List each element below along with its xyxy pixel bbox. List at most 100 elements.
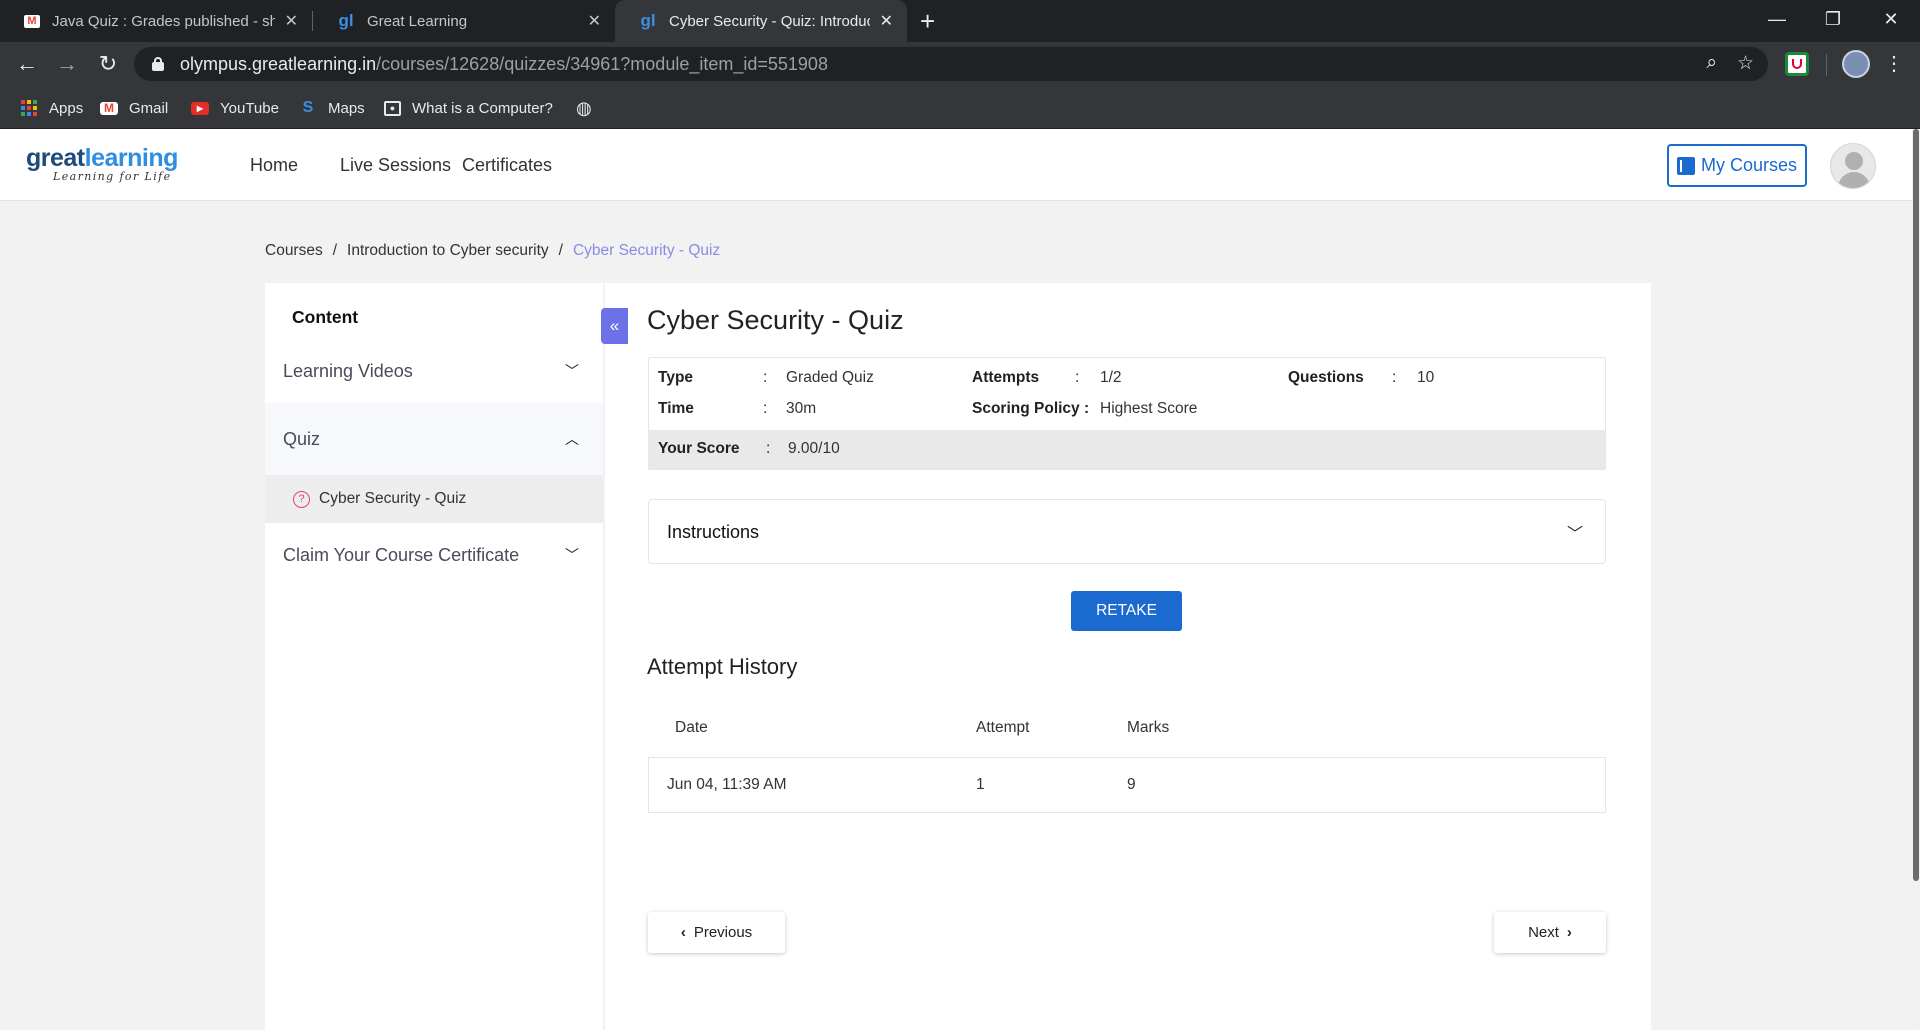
content-sidebar: Content Learning Videos ﹀ Quiz ︿ ? Cyber…	[265, 283, 603, 1030]
forward-button[interactable]: →	[52, 50, 82, 78]
nav-certificates[interactable]: Certificates	[462, 155, 552, 176]
close-tab-icon[interactable]: ✕	[285, 11, 298, 31]
bookmarks-bar: Apps M Gmail ▶ YouTube S Maps ● What is …	[0, 87, 1920, 129]
scoring-policy-label: Scoring Policy :	[972, 400, 1090, 417]
table-row: Jun 04, 11:39 AM 1 9	[648, 757, 1606, 813]
attempts-value: 1/2	[1100, 369, 1122, 386]
page-title: Cyber Security - Quiz	[647, 305, 904, 335]
column-header-date: Date	[675, 719, 708, 736]
retake-button[interactable]: RETAKE	[1071, 591, 1182, 631]
page-icon: ●	[384, 100, 401, 116]
reload-button[interactable]: ↻	[93, 50, 123, 78]
page: greatlearning Learning for Life Home Liv…	[0, 129, 1920, 1030]
chevron-down-icon: ﹀	[565, 363, 579, 379]
tab-gmail[interactable]: M Java Quiz : Grades published - sh ✕	[0, 0, 312, 42]
address-bar[interactable]: olympus.greatlearning.in/courses/12628/q…	[134, 47, 1768, 81]
quiz-info-box: Type : Graded Quiz Time : 30m Attempts :…	[648, 357, 1606, 470]
chevron-down-icon: ﹀	[1566, 526, 1583, 543]
time-value: 30m	[786, 400, 817, 417]
chevron-up-icon: ︿	[565, 431, 579, 447]
colon: :	[763, 369, 768, 386]
double-chevron-left-icon: «	[609, 316, 620, 335]
gmail-icon: M	[24, 14, 40, 28]
sidebar-title: Content	[292, 307, 359, 327]
bookmark-star-icon[interactable]: ☆	[1737, 52, 1754, 75]
breadcrumb-courses[interactable]: Courses	[265, 242, 323, 260]
sidebar-subitem-cyber-security-quiz[interactable]: ? Cyber Security - Quiz	[265, 475, 603, 523]
quiz-icon: ?	[293, 490, 310, 508]
chevron-down-icon: ﹀	[565, 547, 579, 563]
questions-value: 10	[1417, 369, 1435, 386]
maps-icon: S	[302, 99, 314, 116]
toolbar-divider	[1826, 54, 1827, 76]
new-tab-button[interactable]: +	[920, 6, 935, 36]
instructions-label: Instructions	[667, 522, 760, 542]
nav-live-sessions[interactable]: Live Sessions	[340, 155, 451, 176]
colon: :	[1392, 369, 1397, 386]
apps-grid-icon	[20, 99, 38, 117]
book-icon	[1676, 156, 1695, 175]
attempt-number: 1	[976, 776, 985, 793]
scoring-policy-value: Highest Score	[1100, 400, 1198, 417]
gmail-icon: M	[100, 101, 118, 115]
attempt-date: Jun 04, 11:39 AM	[667, 776, 787, 793]
collapse-sidebar-button[interactable]: «	[601, 308, 628, 344]
your-score-value: 9.00/10	[788, 440, 840, 457]
bookmark-gmail[interactable]: M Gmail	[100, 87, 168, 129]
attempt-history-title: Attempt History	[647, 654, 798, 679]
logo-tagline: Learning for Life	[53, 170, 172, 183]
browser-toolbar: ← → ↻ olympus.greatlearning.in/courses/1…	[0, 42, 1920, 87]
close-window-button[interactable]: ✕	[1866, 4, 1916, 34]
your-score-label: Your Score	[658, 440, 740, 457]
instructions-accordion[interactable]: Instructions ﹀	[648, 499, 1606, 564]
close-tab-icon[interactable]: ✕	[588, 11, 601, 31]
colon: :	[766, 440, 771, 457]
tab-strip: M Java Quiz : Grades published - sh ✕ gl…	[0, 0, 1920, 42]
greatlearning-icon: gl	[338, 11, 354, 30]
globe-bookmark-icon[interactable]: ◍	[576, 87, 592, 129]
breadcrumb: Courses / Introduction to Cyber security…	[265, 242, 720, 260]
profile-avatar[interactable]	[1842, 50, 1870, 78]
bookmark-apps[interactable]: Apps	[20, 87, 83, 129]
minimize-button[interactable]: —	[1752, 4, 1802, 34]
scrollbar-thumb[interactable]	[1913, 129, 1919, 881]
url-path: /courses/12628/quizzes/34961?module_item…	[376, 53, 828, 74]
browser-menu-icon[interactable]: ⋮	[1884, 50, 1904, 78]
attempt-marks: 9	[1127, 776, 1136, 793]
back-button[interactable]: ←	[12, 50, 42, 78]
breadcrumb-separator: /	[332, 242, 338, 259]
youtube-icon: ▶	[191, 101, 209, 115]
lock-icon	[152, 57, 164, 71]
time-label: Time	[658, 400, 694, 417]
greatlearning-icon: gl	[640, 11, 656, 30]
bookmark-maps[interactable]: S Maps	[299, 87, 365, 129]
sidebar-item-quiz[interactable]: Quiz ︿	[265, 403, 603, 475]
chevron-left-icon: ‹	[680, 924, 686, 941]
previous-button[interactable]: ‹ Previous	[648, 912, 785, 953]
colon: :	[1075, 369, 1080, 386]
tab-cyber-security-quiz[interactable]: gl Cyber Security - Quiz: Introductio ✕	[615, 0, 907, 42]
colon: :	[763, 400, 768, 417]
bookmark-what-is-a-computer[interactable]: ● What is a Computer?	[384, 87, 553, 129]
sidebar-item-learning-videos[interactable]: Learning Videos ﹀	[265, 339, 603, 403]
breadcrumb-course[interactable]: Introduction to Cyber security	[347, 242, 549, 260]
url-host: olympus.greatlearning.in	[180, 53, 377, 74]
chevron-right-icon: ›	[1566, 924, 1572, 941]
user-avatar[interactable]	[1830, 143, 1876, 189]
restore-button[interactable]: ❐	[1808, 4, 1858, 34]
sidebar-item-claim-certificate[interactable]: Claim Your Course Certificate ﹀	[265, 523, 603, 587]
my-courses-button[interactable]: My Courses	[1667, 144, 1807, 187]
page-scrollbar[interactable]	[1912, 129, 1920, 1030]
zoom-icon[interactable]: ⌕	[1706, 52, 1717, 75]
quiz-panel: Cyber Security - Quiz Type : Graded Quiz…	[605, 283, 1651, 1030]
greatlearning-logo[interactable]: greatlearning Learning for Life	[26, 144, 178, 183]
breadcrumb-current: Cyber Security - Quiz	[572, 242, 721, 259]
breadcrumb-separator: /	[558, 242, 563, 259]
extension-icon[interactable]	[1785, 52, 1809, 76]
close-tab-icon[interactable]: ✕	[880, 11, 893, 31]
site-header: greatlearning Learning for Life Home Liv…	[0, 129, 1912, 201]
next-button[interactable]: Next ›	[1494, 912, 1606, 953]
tab-great-learning[interactable]: gl Great Learning ✕	[313, 0, 615, 42]
nav-home[interactable]: Home	[250, 155, 298, 176]
bookmark-youtube[interactable]: ▶ YouTube	[191, 87, 279, 129]
